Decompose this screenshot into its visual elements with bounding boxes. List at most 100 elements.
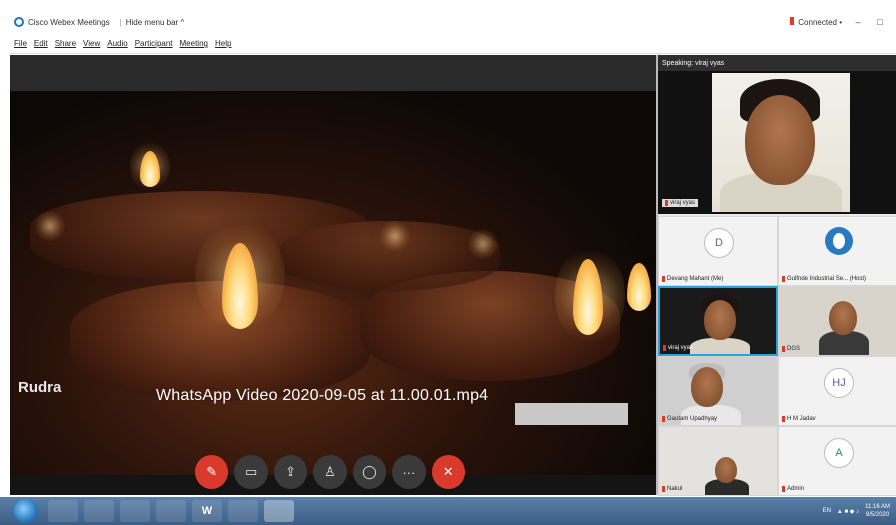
video-overlay-box [515,403,628,425]
mic-muted-icon [782,276,785,282]
menu-edit[interactable]: Edit [34,39,48,48]
speaking-indicator: Speaking: viraj vyas [658,55,896,71]
title-separator: | [119,17,122,27]
chat-button[interactable]: ◯ [352,455,387,489]
leave-icon: ✕ [442,464,454,479]
menu-help[interactable]: Help [215,39,231,48]
stop-video-button[interactable]: ▭ [234,455,268,489]
video-caption: WhatsApp Video 2020-09-05 at 11.00.01.mp… [156,387,489,404]
active-speaker-name: viraj vyas [662,199,699,207]
taskbar-word-label: W [201,505,213,517]
restore-button[interactable]: □ [874,17,886,27]
language-indicator[interactable]: EN [823,508,831,514]
connection-status[interactable]: Connected • [790,17,842,27]
participant-name: Devang Mahant (Me) [662,276,723,282]
webex-logo-icon [14,17,24,27]
menu-view[interactable]: View [83,39,100,48]
flame-glow [380,221,410,251]
participant-name-label: Gautam Upadhyay [667,416,718,422]
taskbar-word-icon[interactable]: W [192,500,222,522]
stage-header [10,55,656,91]
mic-muted-icon [662,486,665,492]
participant-name: Admin [782,486,804,492]
mic-icon [665,200,668,206]
taskbar-excel-icon[interactable] [156,500,186,522]
participant-name: Gulfnde Industrial Se... (Host) [782,276,866,282]
title-bar: Cisco Webex Meetings | Hide menu bar ^ C… [10,10,896,34]
participant-tile[interactable]: viraj vyas [658,286,778,356]
flame-image [627,263,651,311]
participants-button[interactable]: ♙ [313,455,347,489]
webex-window: Cisco Webex Meetings | Hide menu bar ^ C… [0,0,896,525]
participant-face-image [829,301,857,335]
participant-name: Gautam Upadhyay [662,416,717,422]
participant-face-image [704,300,736,340]
taskbar-chrome-icon[interactable] [228,500,258,522]
mic-muted-icon [782,486,785,492]
participant-avatar: D [704,228,734,258]
more-options-button[interactable]: ··· [392,455,426,489]
participant-avatar: HJ [824,368,854,398]
start-button[interactable] [14,499,38,523]
more-icon: ··· [402,464,416,480]
menu-audio[interactable]: Audio [107,39,127,48]
participant-tile[interactable]: HJ H M Jadav [778,356,896,426]
participants-icon: ♙ [324,464,336,479]
menu-bar: File Edit Share View Audio Participant M… [10,34,896,54]
participant-name-label: Devang Mahant (Me) [667,276,724,282]
shared-video[interactable]: Rudra WhatsApp Video 2020-09-05 at 11.00… [10,91,656,475]
video-icon: ▭ [244,464,258,479]
participant-name: DGS [782,346,800,352]
taskbar-explorer-icon[interactable] [84,500,114,522]
participant-face-image [715,457,737,483]
minimize-button[interactable]: – [852,17,864,27]
active-speaker-video[interactable]: viraj vyas [658,71,896,214]
participant-name: viraj vyas [663,345,693,351]
mic-muted-icon [662,276,665,282]
speaker-face-image [745,95,815,185]
mic-muted-icon [782,346,785,352]
participant-tile[interactable]: Gautam Upadhyay [658,356,778,426]
taskbar-clock[interactable]: 11:16 AM 9/5/2020 [865,503,890,519]
taskbar-app-icon[interactable] [120,500,150,522]
participant-name-label: DGS [787,346,801,352]
participant-face-image [691,367,723,407]
speaker-video-frame [712,73,850,212]
flame-glow [35,211,65,241]
leave-meeting-button[interactable]: ✕ [431,455,465,489]
participant-name-label: Admin [787,486,805,492]
mic-icon [663,345,666,351]
participant-name-label: viraj vyas [668,345,694,351]
host-logo-icon [825,227,853,255]
taskbar-ie-icon[interactable] [48,500,78,522]
connection-status-label: Connected • [798,18,842,27]
participant-tile[interactable]: D Devang Mahant (Me) [658,216,778,286]
participant-tile[interactable]: DGS [778,286,896,356]
mute-button[interactable]: ✎ [195,455,229,489]
signal-icon [790,17,795,25]
mic-muted-icon [782,416,785,422]
app-title: Cisco Webex Meetings [28,17,110,27]
share-button[interactable]: ⇪ [273,455,308,489]
video-watermark: Rudra [18,379,62,396]
participant-name: H M Jadav [782,416,816,422]
participant-name-label: Nakul [667,486,683,492]
taskbar-webex-icon[interactable] [264,500,294,522]
menu-meeting[interactable]: Meeting [180,39,208,48]
participant-shirt-image [690,338,750,354]
clock-date: 9/5/2020 [865,512,890,518]
participant-name: Nakul [662,486,682,492]
participant-tile[interactable]: A Admin [778,426,896,496]
participant-name-label: Gulfnde Industrial Se... (Host) [787,276,867,282]
participant-panel: Speaking: viraj vyas viraj vyas D Devang… [656,55,896,496]
menu-participant[interactable]: Participant [135,39,173,48]
menu-share[interactable]: Share [55,39,76,48]
content-stage: Rudra WhatsApp Video 2020-09-05 at 11.00… [10,55,656,495]
menu-file[interactable]: File [14,39,27,48]
participant-avatar: A [824,438,854,468]
hide-menu-bar-button[interactable]: Hide menu bar ^ [126,18,184,27]
participant-tile[interactable]: Nakul [658,426,778,496]
participant-tile[interactable]: Gulfnde Industrial Se... (Host) [778,216,896,286]
tray-icons[interactable]: ▲ ■ ◆ ♪ [837,508,859,515]
active-speaker-name-label: viraj vyas [670,200,696,206]
